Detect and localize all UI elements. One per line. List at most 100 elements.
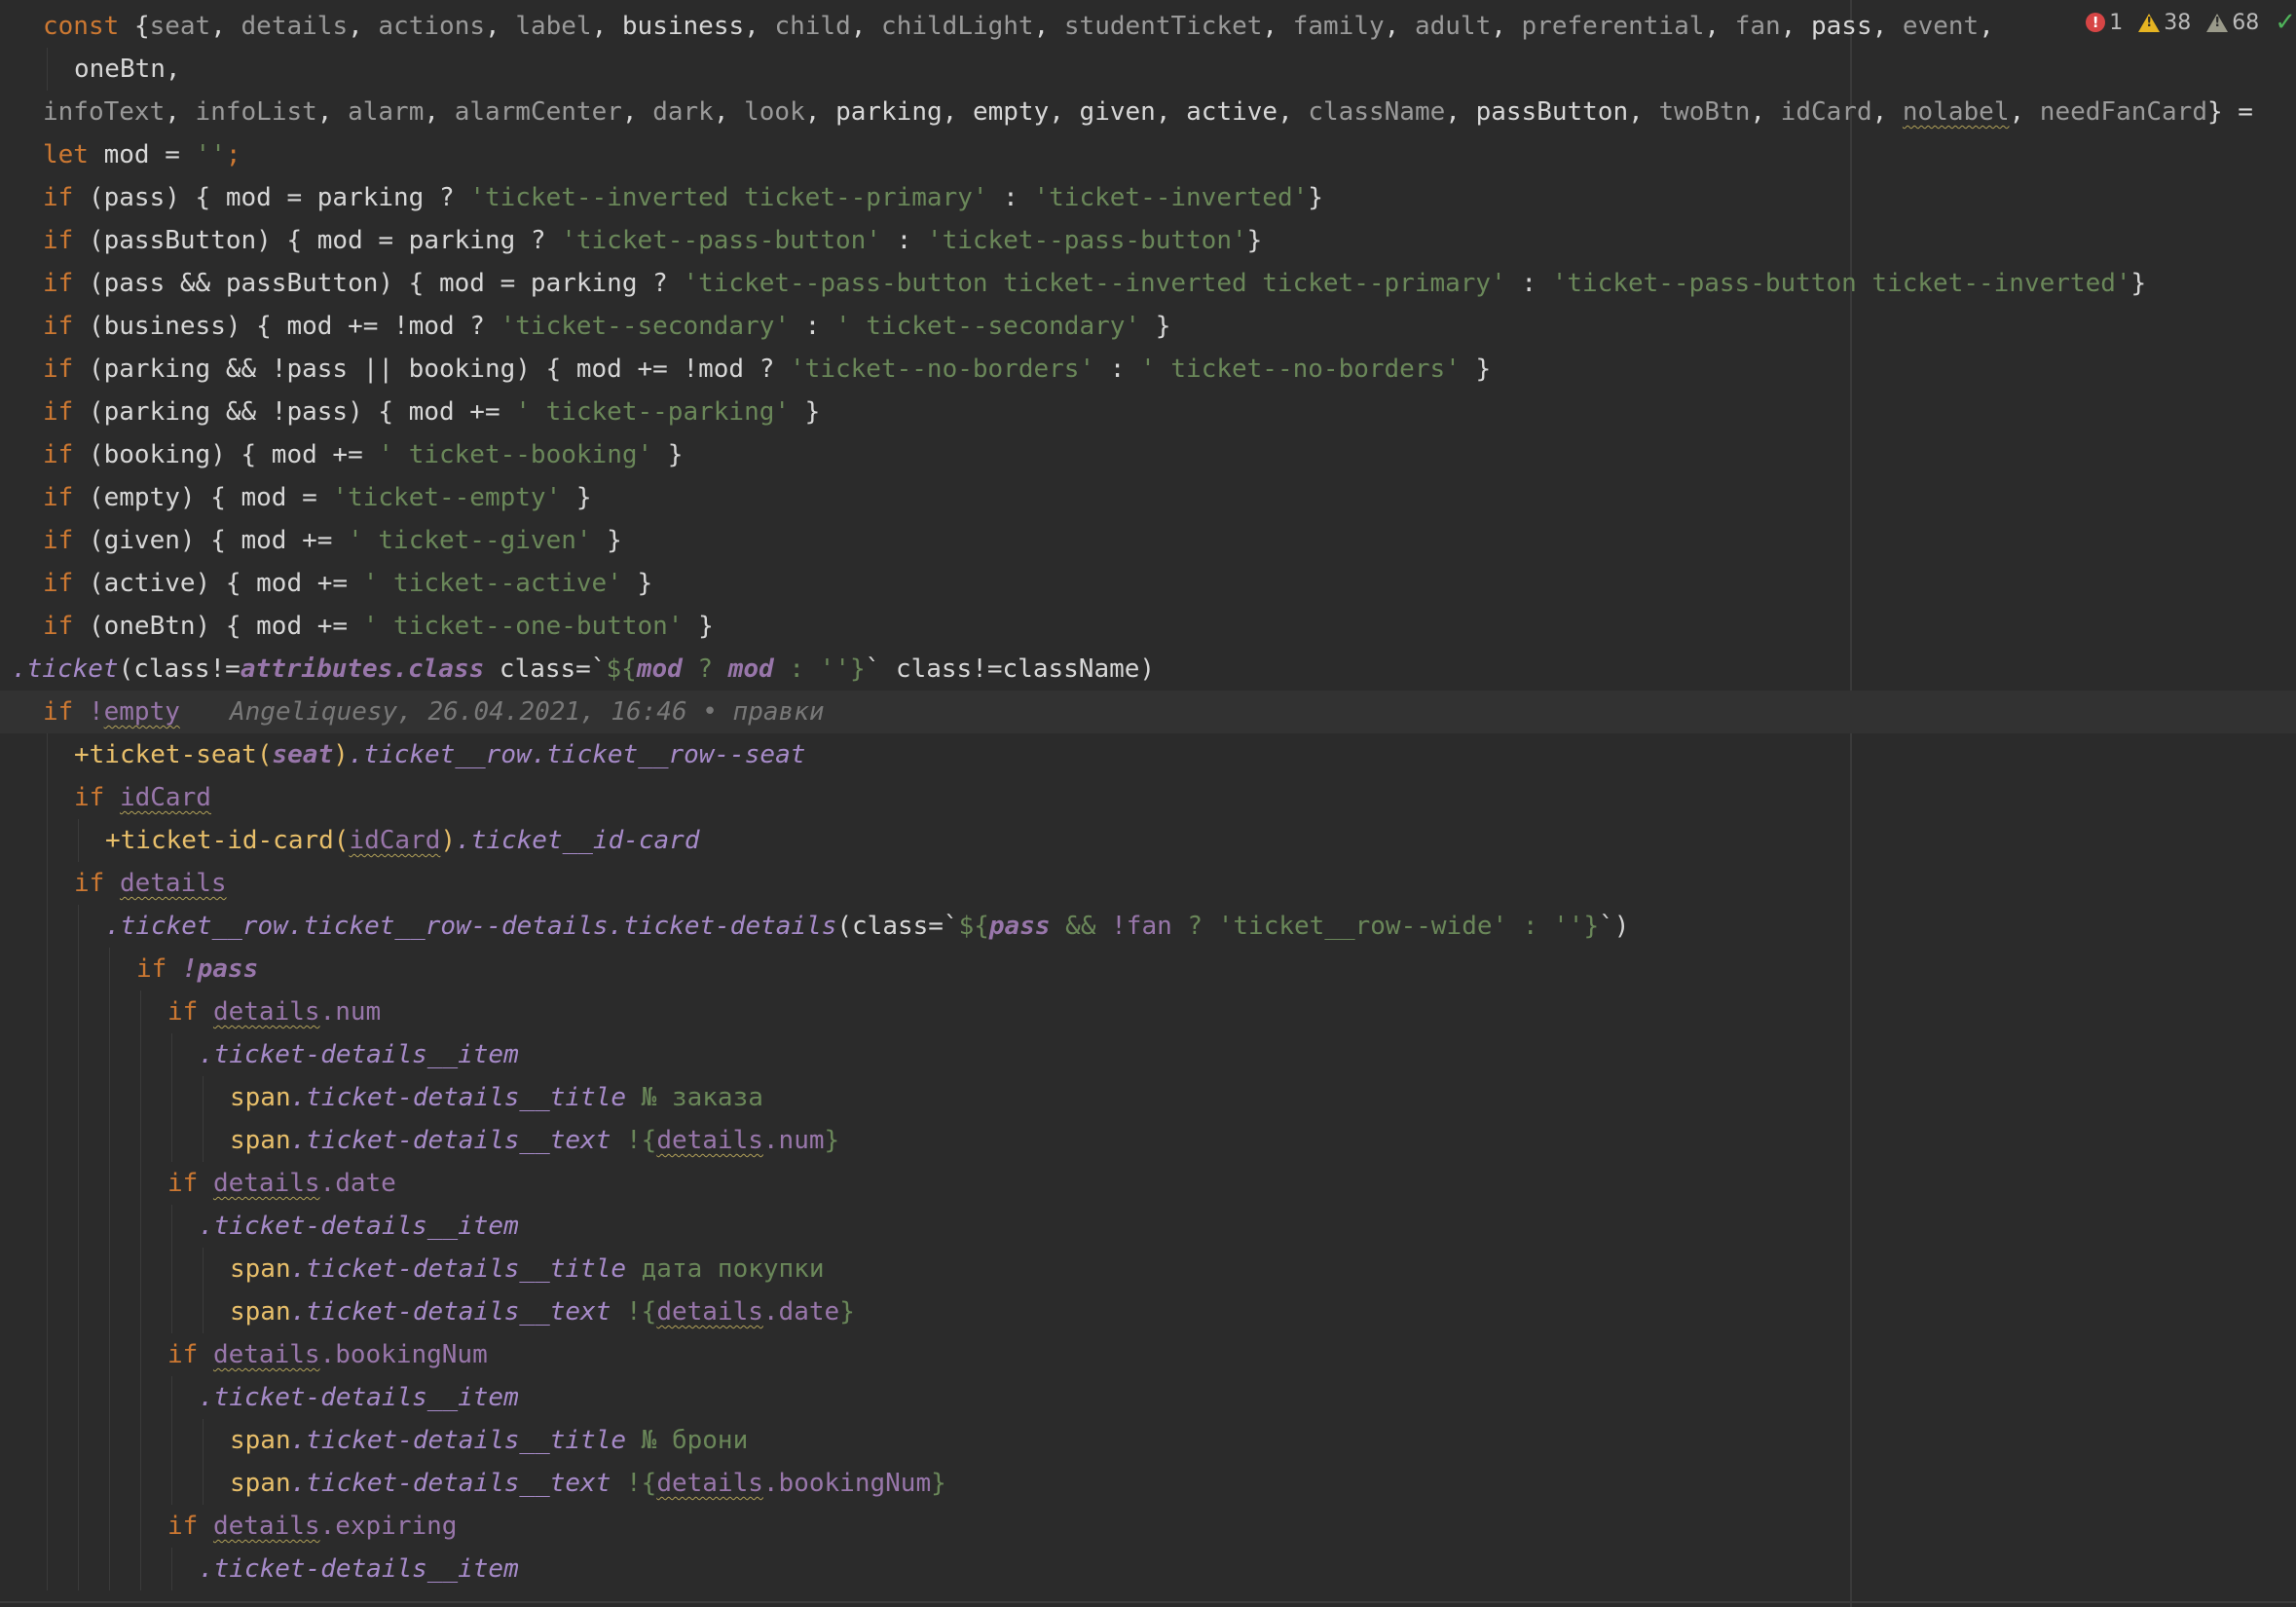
code-token: details — [656, 1297, 763, 1327]
code-line[interactable]: .ticket-details__item — [0, 1205, 2296, 1248]
code-token: 'ticket--no-borders' — [790, 355, 1095, 384]
code-line[interactable]: if (pass) { mod = parking ? 'ticket--inv… — [0, 176, 2296, 219]
code-token: details — [241, 12, 349, 41]
code-line[interactable]: if !empty Angeliquesy, 26.04.2021, 16:46 … — [0, 691, 2296, 733]
code-line[interactable]: if details.num — [0, 990, 2296, 1033]
code-line[interactable]: if (given) { mod += ' ticket--given' } — [0, 519, 2296, 562]
code-token: : — [880, 226, 927, 255]
code-token: idCard — [119, 783, 211, 812]
indent-guide — [47, 1462, 48, 1505]
code-line[interactable]: if (active) { mod += ' ticket--active' } — [0, 562, 2296, 605]
code-token: 'ticket--pass-button' — [561, 226, 881, 255]
code-line[interactable]: if (oneBtn) { mod += ' ticket--one-butto… — [0, 605, 2296, 648]
indent-guide — [109, 1205, 110, 1248]
git-blame-annotation[interactable]: Angeliquesy, 26.04.2021, 16:46 • правки — [230, 691, 824, 733]
code-token: details — [656, 1126, 763, 1155]
code-token: span — [230, 1297, 291, 1327]
code-line[interactable]: span.ticket-details__text !{details.date… — [0, 1290, 2296, 1333]
code-line[interactable]: if idCard — [0, 776, 2296, 819]
code-line[interactable]: span.ticket-details__text !{details.book… — [0, 1462, 2296, 1505]
code-line[interactable]: .ticket-details__item — [0, 1033, 2296, 1076]
code-token: ' ticket--secondary' — [835, 312, 1141, 341]
code-line[interactable]: span.ticket-details__title № брони — [0, 1419, 2296, 1462]
code-token: .ticket-details__item — [199, 1554, 519, 1584]
code-text: if details.expiring — [167, 1505, 457, 1548]
code-token: , — [2009, 97, 2040, 127]
code-line[interactable]: .ticket-details__item — [0, 1376, 2296, 1419]
code-line[interactable]: if (parking && !pass || booking) { mod +… — [0, 348, 2296, 391]
code-text: if details — [74, 862, 227, 905]
code-token: , — [621, 97, 653, 127]
indent-guide — [47, 1333, 48, 1376]
indent-guide — [47, 905, 48, 948]
code-token: studentTicket — [1063, 12, 1263, 41]
code-token: , — [1445, 97, 1476, 127]
code-token: if — [43, 397, 74, 427]
code-line[interactable]: +ticket-seat(seat).ticket__row.ticket__r… — [0, 733, 2296, 776]
code-line[interactable]: if (business) { mod += !mod ? 'ticket--s… — [0, 305, 2296, 348]
code-line[interactable]: if details.bookingNum — [0, 1333, 2296, 1376]
code-token: ' ticket--active' — [362, 569, 622, 598]
indent-guide — [47, 948, 48, 990]
code-line[interactable]: if !pass — [0, 948, 2296, 990]
code-line[interactable]: if (pass && passButton) { mod = parking … — [0, 262, 2296, 305]
code-token: && — [1050, 912, 1112, 941]
code-text: if idCard — [74, 776, 211, 819]
code-line[interactable]: const {seat, details, actions, label, bu… — [0, 5, 2296, 48]
code-line[interactable]: .ticket-details__item — [0, 1548, 2296, 1590]
code-token: } — [839, 1297, 855, 1327]
code-token: +ticket-id-card( — [105, 826, 350, 855]
weak-warnings-indicator[interactable]: 68 — [2206, 11, 2259, 35]
code-token: if — [167, 1340, 213, 1369]
indent-guide — [47, 1505, 48, 1548]
inspection-widget[interactable]: ! 1 38 68 ✓ — [2076, 8, 2296, 37]
indent-guide — [140, 1462, 141, 1505]
code-line[interactable]: .ticket(class!=attributes.class class=`$… — [0, 648, 2296, 691]
code-line[interactable]: if (parking && !pass) { mod += ' ticket-… — [0, 391, 2296, 433]
code-token: 'ticket--secondary' — [500, 312, 791, 341]
code-token: , — [1491, 12, 1522, 41]
code-text: span.ticket-details__text !{details.num} — [230, 1119, 839, 1162]
code-line[interactable]: if details — [0, 862, 2296, 905]
warnings-indicator[interactable]: 38 — [2138, 11, 2191, 35]
code-token: details — [212, 1340, 320, 1369]
code-line[interactable]: span.ticket-details__title № заказа — [0, 1076, 2296, 1119]
code-token: !{ — [611, 1126, 657, 1155]
code-line[interactable]: if (booking) { mod += ' ticket--booking'… — [0, 433, 2296, 476]
code-token: , — [1049, 97, 1080, 127]
code-editor[interactable]: const {seat, details, actions, label, bu… — [0, 0, 2296, 1607]
code-line[interactable]: infoText, infoList, alarm, alarmCenter, … — [0, 91, 2296, 133]
code-token: alarmCenter — [454, 97, 622, 127]
code-token: mod = — [88, 140, 196, 169]
code-line[interactable]: let mod = ''; — [0, 133, 2296, 176]
indent-guide — [47, 1290, 48, 1333]
code-token: , — [1384, 12, 1415, 41]
code-token: if — [43, 440, 74, 469]
errors-indicator[interactable]: ! 1 — [2086, 11, 2123, 35]
indent-guide — [203, 1419, 204, 1462]
code-token: +ticket-seat( — [74, 740, 273, 769]
indent-guide — [78, 1376, 79, 1419]
code-line[interactable]: if (empty) { mod = 'ticket--empty' } — [0, 476, 2296, 519]
code-line[interactable]: if details.date — [0, 1162, 2296, 1205]
code-token: .ticket-details__text — [290, 1469, 611, 1498]
code-token: span — [230, 1126, 291, 1155]
code-line[interactable]: if (passButton) { mod = parking ? 'ticke… — [0, 219, 2296, 262]
code-text: let mod = ''; — [43, 133, 241, 176]
code-line[interactable]: +ticket-id-card(idCard).ticket__id-card — [0, 819, 2296, 862]
code-line[interactable]: oneBtn, — [0, 48, 2296, 91]
indent-guide — [78, 905, 79, 948]
code-line[interactable]: span.ticket-details__text !{details.num} — [0, 1119, 2296, 1162]
code-token: needFanCard — [2039, 97, 2207, 127]
code-token: .bookingNum — [319, 1340, 488, 1369]
errors-count: 1 — [2109, 10, 2124, 35]
code-line[interactable]: .ticket__row.ticket__row--details.ticket… — [0, 905, 2296, 948]
indent-guide — [171, 1205, 172, 1248]
code-line[interactable]: if details.expiring — [0, 1505, 2296, 1548]
code-token: } — [683, 612, 714, 641]
code-token: } — [561, 483, 592, 512]
indent-guide — [78, 1205, 79, 1248]
code-token: idCard — [349, 826, 441, 855]
code-token: } = — [2206, 97, 2253, 127]
code-line[interactable]: span.ticket-details__title дата покупки — [0, 1248, 2296, 1290]
